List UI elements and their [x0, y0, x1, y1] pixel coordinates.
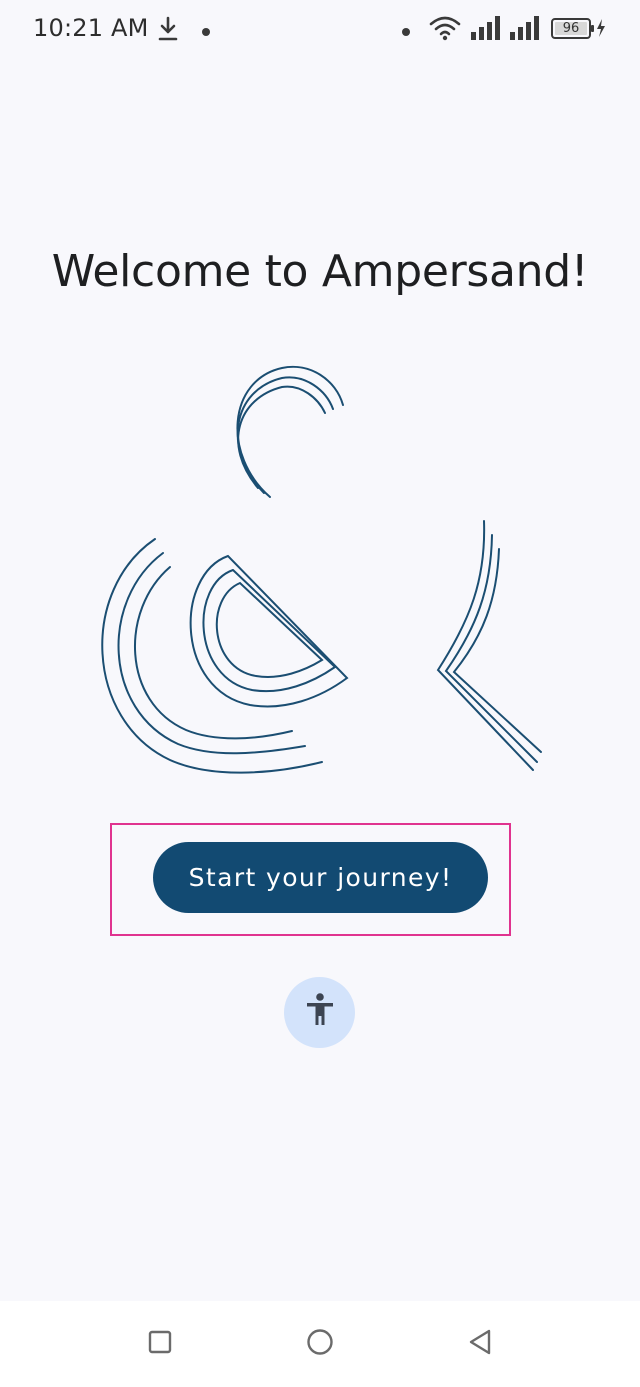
ampersand-logo-icon	[92, 360, 552, 785]
wifi-icon	[429, 15, 461, 46]
accessibility-icon	[305, 993, 335, 1032]
welcome-screen: 10:21 AM 96 Welcome to Ampersand! Start …	[0, 0, 640, 1387]
start-journey-button[interactable]: Start your journey!	[153, 842, 488, 913]
battery-level: 96	[562, 21, 580, 36]
dot-icon	[401, 24, 411, 42]
back-button[interactable]	[465, 1329, 495, 1359]
status-bar: 10:21 AM 96	[0, 0, 640, 58]
home-button[interactable]	[305, 1328, 335, 1361]
signal-icon	[470, 16, 502, 45]
battery-icon: 96	[551, 18, 595, 39]
home-icon	[306, 1328, 334, 1361]
accessibility-button[interactable]	[284, 977, 355, 1048]
notification-dot-icon	[201, 24, 211, 42]
download-icon	[157, 16, 179, 47]
back-icon	[467, 1328, 493, 1361]
navigation-bar	[0, 1301, 640, 1387]
status-time: 10:21 AM	[33, 14, 149, 42]
recent-apps-button[interactable]	[145, 1329, 175, 1359]
recent-apps-icon	[148, 1330, 172, 1359]
signal-icon	[509, 16, 541, 45]
charging-icon	[596, 19, 606, 42]
page-title: Welcome to Ampersand!	[51, 246, 589, 297]
